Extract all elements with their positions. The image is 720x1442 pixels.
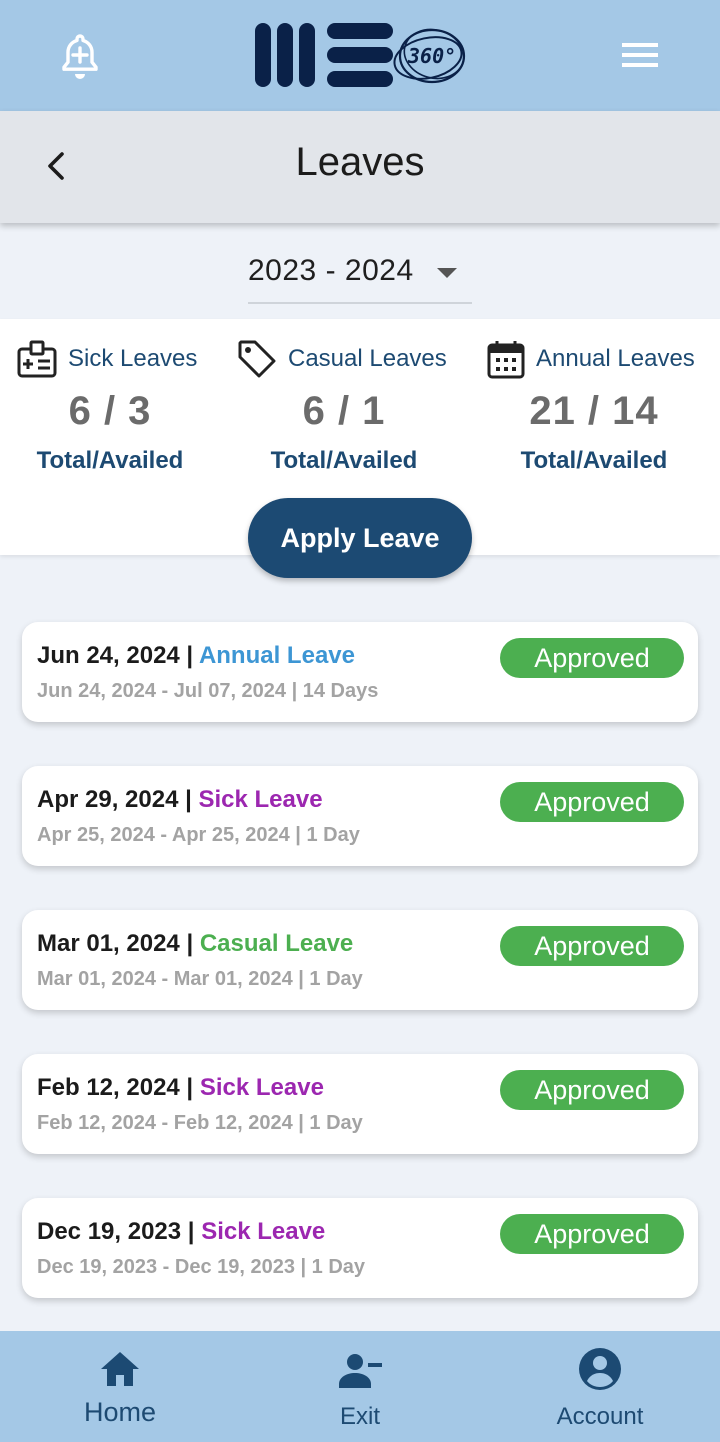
notification-add-icon[interactable] xyxy=(58,32,102,80)
status-badge: Approved xyxy=(500,926,684,966)
status-badge: Approved xyxy=(500,782,684,822)
leave-title: Jun 24, 2024 | Annual Leave xyxy=(37,642,355,670)
nav-account[interactable]: Account xyxy=(500,1331,700,1442)
stat-value-annual: 21 / 14 xyxy=(529,389,659,433)
leave-date: Feb 12, 2024 xyxy=(37,1074,180,1101)
stat-sub-annual: Total/Availed xyxy=(520,447,668,474)
stat-value-sick: 6 / 3 xyxy=(68,389,152,433)
account-circle-icon xyxy=(579,1348,621,1390)
nav-label-home: Home xyxy=(83,1397,157,1427)
leave-title: Dec 19, 2023 | Sick Leave xyxy=(37,1218,325,1246)
year-dropdown-value: 2023 - 2024 xyxy=(248,254,414,287)
nav-exit[interactable]: Exit xyxy=(260,1331,460,1442)
leave-date: Dec 19, 2023 xyxy=(37,1218,182,1245)
calendar-icon xyxy=(487,341,525,379)
status-badge: Approved xyxy=(500,1070,684,1110)
leave-separator: | xyxy=(179,1074,200,1101)
leave-title: Feb 12, 2024 | Sick Leave xyxy=(37,1074,324,1102)
leave-date: Apr 29, 2024 xyxy=(37,786,179,813)
stat-label-annual: Annual Leaves xyxy=(536,345,695,372)
leave-range: Feb 12, 2024 - Feb 12, 2024 | 1 Day xyxy=(37,1112,363,1134)
leave-separator: | xyxy=(181,1218,202,1245)
leave-type: Sick Leave xyxy=(199,1074,324,1101)
leave-title: Mar 01, 2024 | Casual Leave xyxy=(37,930,353,958)
stat-header-sick: Sick Leaves xyxy=(16,337,197,381)
status-badge: Approved xyxy=(500,1214,684,1254)
leave-item[interactable]: Jun 24, 2024 | Annual Leave Jun 24, 2024… xyxy=(22,622,698,722)
leave-date: Mar 01, 2024 xyxy=(37,930,180,957)
medical-id-icon xyxy=(17,340,57,378)
stat-label-casual: Casual Leaves xyxy=(288,345,447,372)
nav-label-exit: Exit xyxy=(339,1403,380,1430)
app-logo: 360° xyxy=(252,20,468,90)
leave-type: Sick Leave xyxy=(198,786,323,813)
caret-down-icon xyxy=(437,268,457,278)
leave-date: Jun 24, 2024 xyxy=(37,642,180,669)
leave-type: Sick Leave xyxy=(201,1218,326,1245)
leave-separator: | xyxy=(179,930,200,957)
leave-title: Apr 29, 2024 | Sick Leave xyxy=(37,786,323,814)
leave-range: Apr 25, 2024 - Apr 25, 2024 | 1 Day xyxy=(37,824,360,846)
leave-item[interactable]: Dec 19, 2023 | Sick Leave Dec 19, 2023 -… xyxy=(22,1198,698,1298)
stat-label-sick: Sick Leaves xyxy=(68,345,198,372)
stat-value-casual: 6 / 1 xyxy=(302,389,386,433)
leave-range: Mar 01, 2024 - Mar 01, 2024 | 1 Day xyxy=(37,968,363,990)
leave-type: Annual Leave xyxy=(198,642,355,669)
hamburger-menu-icon[interactable] xyxy=(620,42,660,68)
status-badge: Approved xyxy=(500,638,684,678)
nav-home[interactable]: Home xyxy=(20,1331,220,1442)
top-app-bar: 360° xyxy=(0,0,720,111)
leave-separator: | xyxy=(179,642,199,669)
page-title: Leaves xyxy=(295,140,425,184)
leave-separator: | xyxy=(178,786,199,813)
stat-sub-sick: Total/Availed xyxy=(36,447,184,474)
stat-header-annual: Annual Leaves xyxy=(486,337,695,381)
logo-360-text: 360° xyxy=(408,44,457,68)
apply-leave-button[interactable]: Apply Leave xyxy=(248,498,472,578)
person-remove-icon xyxy=(339,1354,382,1388)
leave-type: Casual Leave xyxy=(199,930,354,957)
home-icon xyxy=(101,1352,139,1386)
leave-range: Jun 24, 2024 - Jul 07, 2024 | 14 Days xyxy=(37,680,379,702)
tag-icon xyxy=(238,340,276,378)
stat-sub-casual: Total/Availed xyxy=(270,447,418,474)
leave-item[interactable]: Feb 12, 2024 | Sick Leave Feb 12, 2024 -… xyxy=(22,1054,698,1154)
stat-header-casual: Casual Leaves xyxy=(236,337,447,381)
year-dropdown[interactable]: 2023 - 2024 xyxy=(248,248,472,304)
leave-item[interactable]: Apr 29, 2024 | Sick Leave Apr 25, 2024 -… xyxy=(22,766,698,866)
bottom-navigation: Home Exit Account xyxy=(0,1331,720,1442)
leave-range: Dec 19, 2023 - Dec 19, 2023 | 1 Day xyxy=(37,1256,366,1278)
leave-item[interactable]: Mar 01, 2024 | Casual Leave Mar 01, 2024… xyxy=(22,910,698,1010)
nav-label-account: Account xyxy=(556,1403,644,1430)
